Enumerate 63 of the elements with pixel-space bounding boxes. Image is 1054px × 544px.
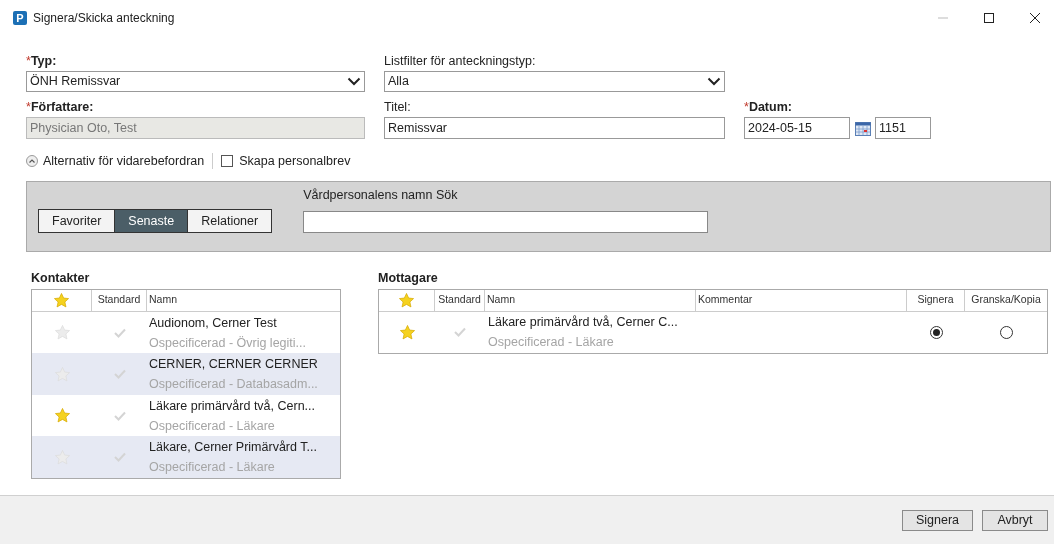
- field-label: Författare:: [30, 99, 94, 115]
- column-header[interactable]: Namn: [485, 289, 696, 311]
- star-icon[interactable]: [53, 324, 71, 341]
- star-icon[interactable]: [53, 407, 71, 424]
- column-header[interactable]: Granska/Kopia: [965, 289, 1047, 311]
- column-header[interactable]: Signera: [907, 289, 965, 311]
- note-type-filter-dropdown[interactable]: Alla: [384, 71, 725, 92]
- radio-button[interactable]: [929, 325, 943, 339]
- check-icon: [454, 327, 466, 338]
- column-header[interactable]: Standard: [92, 289, 147, 311]
- recipient-role: Ospecificerad - Läkare: [488, 334, 615, 352]
- app-logo-icon: P: [13, 11, 27, 25]
- check-icon: [113, 369, 126, 379]
- required-mark: *: [26, 53, 31, 69]
- column-header[interactable]: Kommentar: [696, 289, 907, 311]
- contact-row[interactable]: Läkare, Cerner Primärvård T... Ospecificerad - Läkare: [32, 436, 340, 478]
- contact-role: Ospecificerad - Övrig legiti...: [149, 334, 306, 352]
- search-field[interactable]: [303, 211, 709, 233]
- star-icon[interactable]: [398, 323, 416, 341]
- window-title: Signera/Skicka anteckning: [33, 10, 175, 27]
- contact-name: Audionom, Cerner Test: [149, 314, 278, 332]
- chevron-down-icon: [347, 77, 361, 86]
- checkbox-label: Skapa personalbrev: [239, 152, 351, 170]
- section-title: Kontakter: [31, 270, 91, 287]
- search-label: Vårdpersonalens namn Sök: [303, 187, 459, 205]
- radio-button[interactable]: [999, 325, 1013, 339]
- contact-role: Ospecificerad - Läkare: [149, 459, 276, 476]
- field-label: Titel:: [384, 99, 411, 115]
- check-icon: [113, 327, 126, 338]
- field-label: Listfilter för anteckningstyp:: [384, 53, 536, 69]
- column-header[interactable]: Namn: [147, 292, 177, 309]
- star-icon[interactable]: [398, 291, 415, 309]
- maximize-icon[interactable]: [984, 13, 994, 23]
- forwarding-options-toggle[interactable]: Alternativ för vidarebefordran: [26, 151, 205, 171]
- date-field[interactable]: 2024-05-15: [744, 117, 850, 139]
- required-mark: *: [744, 99, 749, 115]
- check-icon: [113, 452, 126, 462]
- column-header[interactable]: Standard: [435, 289, 485, 311]
- section-title: Mottagare: [378, 270, 439, 287]
- tab[interactable]: Relationer: [187, 210, 272, 232]
- dialog-button[interactable]: Avbryt: [982, 509, 1048, 531]
- tab[interactable]: Senaste: [114, 210, 188, 232]
- contact-role: Ospecificerad - Läkare: [149, 417, 276, 435]
- dialog-button[interactable]: Signera: [901, 509, 973, 531]
- star-icon[interactable]: [53, 291, 70, 309]
- check-icon: [113, 410, 126, 421]
- title-field[interactable]: Remissvar: [384, 117, 725, 139]
- contact-name: Läkare, Cerner Primärvård T...: [149, 439, 317, 456]
- type-dropdown[interactable]: ÖNH Remissvar: [26, 71, 365, 92]
- tab[interactable]: Favoriter: [39, 210, 115, 232]
- checkbox[interactable]: [221, 155, 234, 167]
- contact-row[interactable]: CERNER, CERNER CERNER Ospecificerad - Databasadm...: [32, 353, 340, 395]
- field-label: Datum:: [748, 99, 792, 115]
- chevron-down-icon: [707, 77, 721, 86]
- time-field[interactable]: 1151: [875, 117, 931, 139]
- field-label: Typ:: [30, 53, 57, 69]
- contact-name: Läkare primärvård två, Cern...: [149, 397, 316, 415]
- contact-name: CERNER, CERNER CERNER: [149, 356, 318, 373]
- calendar-icon[interactable]: [855, 120, 871, 136]
- contact-role: Ospecificerad - Databasadm...: [149, 376, 318, 393]
- close-icon[interactable]: [1030, 13, 1040, 23]
- required-mark: *: [26, 99, 31, 115]
- recipient-name: Läkare primärvård två, Cerner C...: [488, 314, 679, 332]
